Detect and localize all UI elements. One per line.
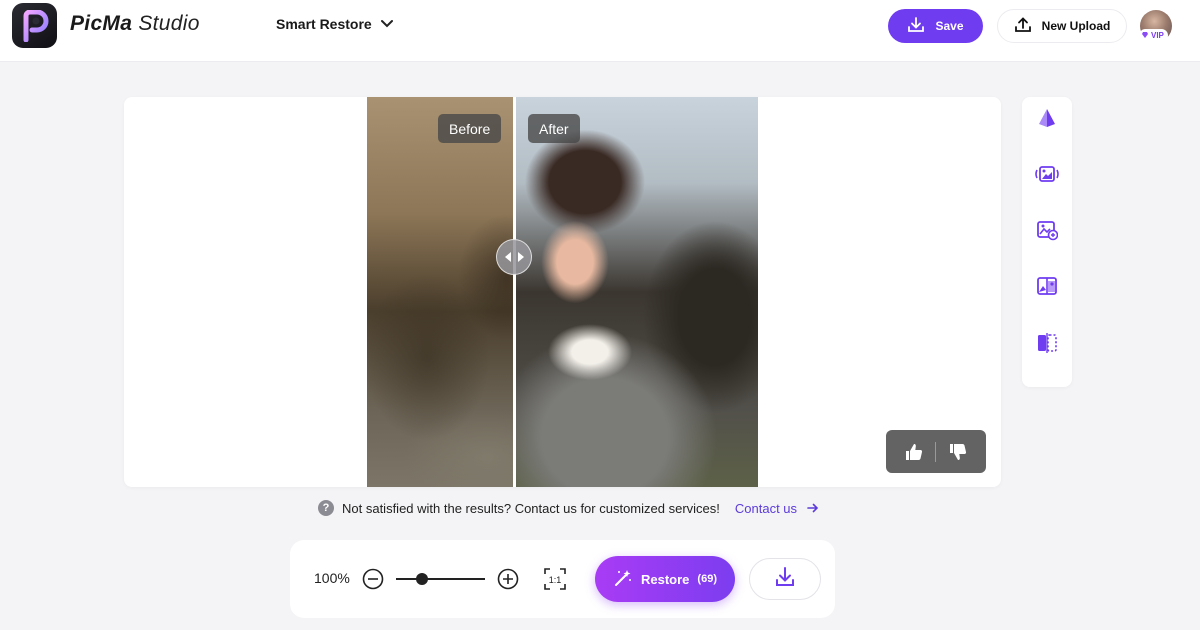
colorize-icon[interactable] xyxy=(1034,273,1060,299)
vip-badge: VIP xyxy=(1139,29,1168,42)
restore-count: (69) xyxy=(697,573,717,585)
notice-text: Not satisfied with the results? Contact … xyxy=(342,500,720,516)
picma-logo-icon xyxy=(12,3,57,48)
download-button[interactable] xyxy=(749,558,821,600)
compare-divider[interactable] xyxy=(513,97,516,487)
actual-size-label: 1:1 xyxy=(549,575,562,585)
bottom-toolbar: 100% 1:1 Restore (69) xyxy=(290,540,835,618)
upload-icon xyxy=(1014,16,1032,37)
before-tag: Before xyxy=(438,114,502,143)
brand-title: PicMa xyxy=(70,12,133,35)
thumbs-up-icon[interactable] xyxy=(904,442,924,462)
diamond-icon xyxy=(1141,31,1149,41)
save-label: Save xyxy=(935,19,964,33)
download-icon xyxy=(907,16,925,37)
vip-label: VIP xyxy=(1151,31,1164,40)
contact-us-link[interactable]: Contact us xyxy=(735,501,819,516)
magic-wand-icon xyxy=(613,568,633,591)
compare-slider-handle[interactable] xyxy=(496,239,532,275)
before-image xyxy=(367,97,515,487)
image-canvas: Before After xyxy=(124,97,1001,487)
side-toolbar xyxy=(1022,97,1072,387)
brand-name: PicMa Studio xyxy=(70,12,200,36)
top-header: PicMa Studio Smart Restore Save New Uplo… xyxy=(0,0,1200,62)
contact-us-label: Contact us xyxy=(734,500,798,516)
prism-icon[interactable] xyxy=(1034,105,1060,131)
new-upload-label: New Upload xyxy=(1041,19,1111,33)
zoom-slider-knob[interactable] xyxy=(416,573,428,585)
mode-label: Smart Restore xyxy=(276,16,372,32)
after-tag: After xyxy=(528,114,580,143)
zoom-out-icon[interactable] xyxy=(362,568,384,590)
feedback-separator xyxy=(935,441,937,462)
arrow-right-icon xyxy=(807,501,819,516)
arrow-left-icon xyxy=(504,252,511,262)
thumbs-down-icon[interactable] xyxy=(948,442,968,462)
restore-label: Restore xyxy=(641,571,690,587)
actual-size-button[interactable]: 1:1 xyxy=(544,568,566,590)
compare-photo: Before After xyxy=(367,97,758,487)
zoom-level: 100% xyxy=(314,570,350,586)
chevron-down-icon xyxy=(380,16,394,32)
compare-split-icon[interactable] xyxy=(1034,330,1060,356)
mode-dropdown[interactable]: Smart Restore xyxy=(276,16,394,32)
zoom-in-icon[interactable] xyxy=(497,568,519,590)
image-enhance-icon[interactable] xyxy=(1034,161,1060,187)
restore-button[interactable]: Restore (69) xyxy=(595,556,735,602)
notice-bar: ? Not satisfied with the results? Contac… xyxy=(318,499,819,517)
arrow-right-icon xyxy=(517,252,524,262)
brand-subtitle: Studio xyxy=(138,12,200,35)
feedback-panel xyxy=(886,430,986,473)
download-icon xyxy=(774,566,796,593)
image-swap-icon[interactable] xyxy=(1034,217,1060,243)
save-button[interactable]: Save xyxy=(888,9,983,43)
zoom-slider[interactable] xyxy=(396,578,485,580)
new-upload-button[interactable]: New Upload xyxy=(997,9,1127,43)
after-image xyxy=(515,97,758,487)
help-icon: ? xyxy=(318,500,334,516)
